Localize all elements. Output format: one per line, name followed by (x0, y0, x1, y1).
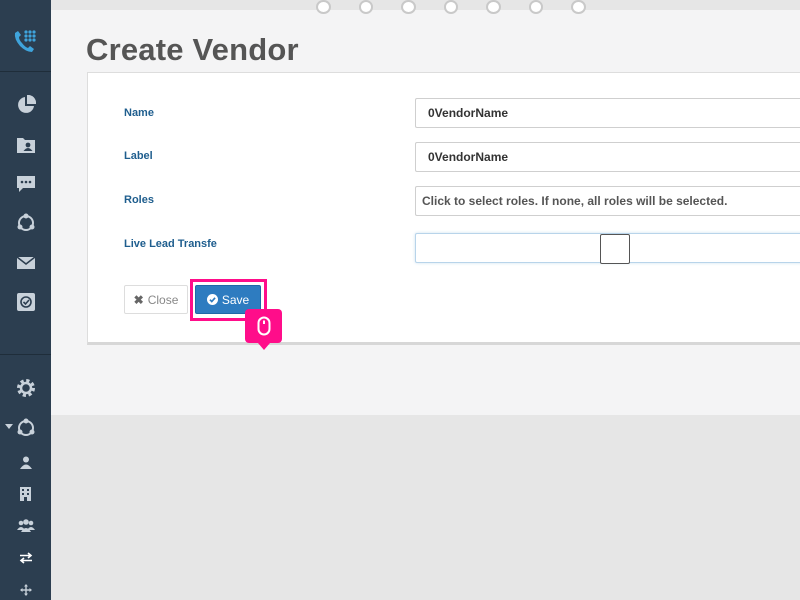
envelope-icon (16, 256, 35, 269)
label-input[interactable]: 0VendorName (415, 142, 800, 172)
dot (486, 0, 501, 14)
share-nodes-icon (17, 213, 34, 231)
users-icon (16, 518, 35, 532)
contact-folder-icon (16, 138, 35, 153)
main-panel: Create Vendor Name 0VendorName Label 0Ve… (51, 0, 800, 415)
dot (316, 0, 331, 14)
mouse-icon (257, 316, 270, 336)
roles-label: Roles (124, 194, 154, 206)
live-lead-transfer-field (415, 233, 800, 264)
sidebar-item-network[interactable] (0, 208, 51, 238)
top-pagination-dots (316, 0, 587, 14)
sidebar-item-integrations[interactable] (0, 413, 51, 443)
sidebar-item-move[interactable] (0, 575, 51, 600)
phone-dialpad-icon (14, 30, 36, 52)
check-circle-icon (206, 294, 218, 305)
sidebar-divider (0, 354, 51, 355)
sidebar-item-users[interactable] (0, 447, 51, 477)
sidebar (0, 0, 51, 600)
sidebar-logo[interactable] (0, 0, 51, 72)
dot (571, 0, 587, 14)
dot (401, 0, 416, 14)
sidebar-item-companies[interactable] (0, 479, 51, 509)
sidebar-item-email[interactable] (0, 248, 51, 278)
sidebar-item-groups[interactable] (0, 510, 51, 540)
chat-icon (16, 176, 35, 192)
close-button-label: Close (147, 292, 179, 307)
sidebar-item-settings[interactable] (0, 373, 51, 403)
name-label: Name (124, 107, 154, 119)
label-label: Label (124, 150, 153, 162)
name-input[interactable]: 0VendorName (415, 98, 800, 128)
page-title: Create Vendor (86, 32, 299, 67)
gear-icon (16, 379, 35, 397)
user-icon (19, 456, 32, 469)
roles-select[interactable]: Click to select roles. If none, all role… (415, 186, 800, 216)
live-lead-transfer-toggle[interactable] (600, 234, 630, 264)
click-indicator-tooltip (245, 309, 282, 350)
building-icon (20, 487, 31, 501)
live-lead-transfer-label: Live Lead Transfe (124, 238, 217, 250)
sidebar-item-tasks[interactable] (0, 287, 51, 317)
close-button[interactable]: ✖ Close (124, 285, 188, 314)
pie-chart-icon (17, 95, 36, 113)
sidebar-item-messages[interactable] (0, 169, 51, 199)
sidebar-item-dashboard[interactable] (0, 90, 51, 120)
dot (443, 0, 459, 14)
transfer-arrows-icon (19, 552, 32, 564)
dot (358, 0, 374, 14)
dot (528, 0, 544, 14)
sidebar-item-transfers[interactable] (0, 543, 51, 573)
share-nodes-icon (17, 418, 34, 436)
save-button-label: Save (221, 292, 250, 307)
check-square-icon (16, 293, 35, 311)
close-icon: ✖ (133, 292, 144, 307)
vendor-form: Name 0VendorName Label 0VendorName Roles… (87, 72, 800, 350)
move-arrows-icon (19, 584, 32, 596)
sidebar-item-contacts[interactable] (0, 130, 51, 160)
